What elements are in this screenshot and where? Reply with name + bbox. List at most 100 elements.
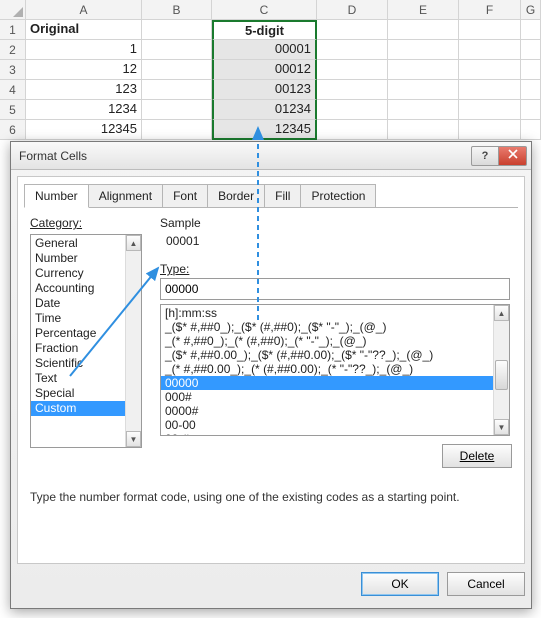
- ok-button[interactable]: OK: [361, 572, 439, 596]
- cell-G1[interactable]: [521, 20, 541, 40]
- cell-E6[interactable]: [388, 120, 459, 140]
- cell-D1[interactable]: [317, 20, 388, 40]
- row-head-2[interactable]: 2: [0, 40, 26, 60]
- cell-C5[interactable]: 01234: [212, 100, 317, 120]
- category-label: Category:: [30, 216, 82, 230]
- select-all-corner[interactable]: [0, 0, 26, 20]
- cell-B2[interactable]: [142, 40, 212, 60]
- hint-text: Type the number format code, using one o…: [30, 490, 512, 504]
- col-head-F[interactable]: F: [459, 0, 521, 20]
- row-head-6[interactable]: 6: [0, 120, 26, 140]
- dialog-footer: OK Cancel: [17, 572, 525, 600]
- tab-number[interactable]: Number: [24, 184, 89, 208]
- tab-fill[interactable]: Fill: [264, 184, 301, 208]
- cell-D4[interactable]: [317, 80, 388, 100]
- scroll-down-icon[interactable]: ▼: [494, 419, 509, 435]
- cell-C4[interactable]: 00123: [212, 80, 317, 100]
- type-list-item[interactable]: 000#: [161, 390, 509, 404]
- cell-D6[interactable]: [317, 120, 388, 140]
- type-list-item[interactable]: 00-#: [161, 432, 509, 436]
- tab-protection[interactable]: Protection: [300, 184, 376, 208]
- cell-F4[interactable]: [459, 80, 521, 100]
- help-button[interactable]: ?: [471, 146, 499, 166]
- cell-B6[interactable]: [142, 120, 212, 140]
- type-list-item[interactable]: 0000#: [161, 404, 509, 418]
- dialog-title: Format Cells: [19, 149, 87, 163]
- cell-F1[interactable]: [459, 20, 521, 40]
- col-head-C[interactable]: C: [212, 0, 317, 20]
- tab-alignment[interactable]: Alignment: [88, 184, 163, 208]
- cell-A6[interactable]: 12345: [26, 120, 142, 140]
- type-list-item[interactable]: 00000: [161, 376, 509, 390]
- type-listbox[interactable]: [h]:mm:ss_($* #,##0_);_($* (#,##0);_($* …: [160, 304, 510, 436]
- format-cells-dialog: Format Cells ? Number Alignment Font Bor…: [10, 141, 532, 609]
- row-head-1[interactable]: 1: [0, 20, 26, 40]
- tab-border[interactable]: Border: [207, 184, 265, 208]
- type-input[interactable]: [160, 278, 510, 300]
- close-icon: [508, 149, 518, 162]
- cell-A4[interactable]: 123: [26, 80, 142, 100]
- row-head-5[interactable]: 5: [0, 100, 26, 120]
- titlebar: Format Cells ?: [11, 142, 531, 170]
- type-list-item[interactable]: _(* #,##0.00_);_(* (#,##0.00);_(* "-"??_…: [161, 362, 509, 376]
- cell-A1[interactable]: Original numbers: [26, 20, 142, 40]
- cell-B4[interactable]: [142, 80, 212, 100]
- type-list-item[interactable]: _($* #,##0_);_($* (#,##0);_($* "-"_);_(@…: [161, 320, 509, 334]
- cancel-button[interactable]: Cancel: [447, 572, 525, 596]
- cell-C1[interactable]: 5-digit numbers: [212, 20, 317, 40]
- sample-label: Sample: [160, 216, 201, 230]
- cell-F3[interactable]: [459, 60, 521, 80]
- cell-A3[interactable]: 12: [26, 60, 142, 80]
- cell-G3[interactable]: [521, 60, 541, 80]
- type-list-item[interactable]: _($* #,##0.00_);_($* (#,##0.00);_($* "-"…: [161, 348, 509, 362]
- cell-E5[interactable]: [388, 100, 459, 120]
- category-scrollbar[interactable]: ▲ ▼: [125, 235, 141, 447]
- col-head-A[interactable]: A: [26, 0, 142, 20]
- cell-G4[interactable]: [521, 80, 541, 100]
- cell-G2[interactable]: [521, 40, 541, 60]
- dialog-body: Number Alignment Font Border Fill Protec…: [17, 176, 525, 564]
- scroll-down-icon[interactable]: ▼: [126, 431, 141, 447]
- cell-A5[interactable]: 1234: [26, 100, 142, 120]
- cell-C3[interactable]: 00012: [212, 60, 317, 80]
- row-head-4[interactable]: 4: [0, 80, 26, 100]
- type-list-item[interactable]: 00-00: [161, 418, 509, 432]
- cell-C2[interactable]: 00001: [212, 40, 317, 60]
- cell-E1[interactable]: [388, 20, 459, 40]
- scroll-up-icon[interactable]: ▲: [494, 305, 509, 321]
- close-button[interactable]: [499, 146, 527, 166]
- cell-G6[interactable]: [521, 120, 541, 140]
- spreadsheet: A B C D E F G 1 Original numbers 5-digit…: [0, 0, 541, 140]
- col-head-G[interactable]: G: [521, 0, 541, 20]
- cell-C6[interactable]: 12345: [212, 120, 317, 140]
- cell-E4[interactable]: [388, 80, 459, 100]
- cell-F5[interactable]: [459, 100, 521, 120]
- cell-F2[interactable]: [459, 40, 521, 60]
- type-label: Type:: [160, 262, 189, 276]
- cell-B5[interactable]: [142, 100, 212, 120]
- cell-G5[interactable]: [521, 100, 541, 120]
- col-head-B[interactable]: B: [142, 0, 212, 20]
- type-scrollbar[interactable]: ▲ ▼: [493, 305, 509, 435]
- cell-D2[interactable]: [317, 40, 388, 60]
- col-head-D[interactable]: D: [317, 0, 388, 20]
- tabs: Number Alignment Font Border Fill Protec…: [18, 177, 524, 207]
- tab-font[interactable]: Font: [162, 184, 208, 208]
- cell-F6[interactable]: [459, 120, 521, 140]
- delete-button[interactable]: Delete: [442, 444, 512, 468]
- tab-panel-number: Category: GeneralNumberCurrencyAccountin…: [24, 207, 518, 555]
- cell-E2[interactable]: [388, 40, 459, 60]
- row-head-3[interactable]: 3: [0, 60, 26, 80]
- col-head-E[interactable]: E: [388, 0, 459, 20]
- cell-D3[interactable]: [317, 60, 388, 80]
- type-list-item[interactable]: [h]:mm:ss: [161, 306, 509, 320]
- type-list-item[interactable]: _(* #,##0_);_(* (#,##0);_(* "-"_);_(@_): [161, 334, 509, 348]
- cell-D5[interactable]: [317, 100, 388, 120]
- cell-A2[interactable]: 1: [26, 40, 142, 60]
- scroll-thumb[interactable]: [495, 360, 508, 390]
- cell-E3[interactable]: [388, 60, 459, 80]
- scroll-up-icon[interactable]: ▲: [126, 235, 141, 251]
- cell-B1[interactable]: [142, 20, 212, 40]
- cell-B3[interactable]: [142, 60, 212, 80]
- category-listbox[interactable]: GeneralNumberCurrencyAccountingDateTimeP…: [30, 234, 142, 448]
